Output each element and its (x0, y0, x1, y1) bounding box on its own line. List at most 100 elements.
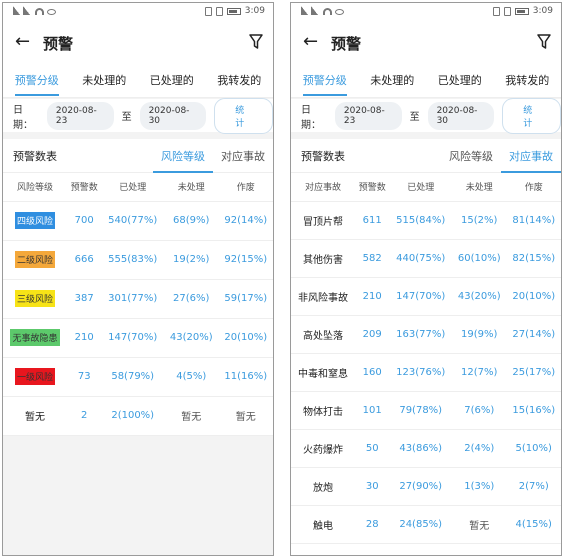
voided-cell: 11(16%) (218, 357, 273, 397)
tab-unprocessed[interactable]: 未处理的 (82, 72, 126, 96)
start-date-field[interactable]: 2020-08-23 (334, 101, 402, 130)
subtab-risk-level[interactable]: 风险等级 (153, 139, 213, 173)
risk-level-badge: 二级风险 (14, 251, 55, 268)
wifi-icon (35, 8, 44, 15)
voided-cell: 25(17%) (506, 353, 561, 392)
stats-button[interactable]: 统计 (502, 97, 561, 134)
app-bar: ← 预警 (3, 23, 273, 63)
risk-level-badge: 无事故隐患 (10, 329, 60, 346)
alarm-icon (215, 6, 223, 16)
warning-count-cell: 387 (67, 279, 102, 319)
risk-level-cell: 无事故隐患 (3, 318, 67, 358)
tab-forwarded[interactable]: 我转发的 (505, 72, 549, 96)
nfc-icon (204, 6, 212, 16)
voided-cell: 5(10%) (506, 429, 561, 468)
warning-count-cell: 20 (355, 543, 390, 555)
table-row[interactable]: 中毒和窒息 160 123(76%) 12(7%) 25(17%) (291, 353, 561, 392)
accident-type-cell: 触电 (291, 505, 355, 544)
wifi-icon (323, 8, 332, 15)
tab-processed[interactable]: 已处理的 (150, 72, 194, 96)
risk-level-cell: 二级风险 (3, 240, 67, 280)
subtab-accident-type[interactable]: 对应事故 (213, 139, 273, 173)
processed-cell: 58(79%) (101, 357, 165, 397)
risk-level-cell: 一级风险 (3, 357, 67, 397)
warning-count-cell: 582 (355, 239, 390, 278)
processed-cell: 540(77%) (101, 201, 165, 241)
voided-cell: 92(15%) (218, 240, 273, 280)
table-row[interactable]: 一级风险 73 58(79%) 4(5%) 11(16%) (3, 357, 273, 397)
table-header-row: 对应事故 预警数 已处理 未处理 作废 (291, 173, 561, 202)
column-header: 已处理 (101, 173, 165, 202)
start-date-field[interactable]: 2020-08-23 (46, 101, 114, 130)
column-header: 风险等级 (3, 173, 67, 202)
clock-time: 3:09 (244, 6, 265, 16)
table-row[interactable]: 高处坠落 209 163(77%) 19(9%) 27(14%) (291, 315, 561, 354)
tab-processed[interactable]: 已处理的 (438, 72, 482, 96)
date-label: 日期： (13, 104, 33, 131)
tab-forwarded[interactable]: 我转发的 (217, 72, 261, 96)
processed-cell: 43(86%) (389, 429, 453, 468)
warning-count-cell: 700 (67, 201, 102, 241)
to-label: 至 (121, 112, 132, 123)
stats-button[interactable]: 统计 (214, 97, 273, 134)
risk-level-badge: 暂无 (25, 412, 45, 423)
table-row[interactable]: 物体打击 101 79(78%) 7(6%) 15(16%) (291, 391, 561, 430)
warning-count-section: 预警数表 风险等级 对应事故 对应事故 预警数 已处理 未处理 作废 冒顶片帮 6… (291, 139, 561, 555)
tab-warning-level[interactable]: 预警分级 (14, 72, 59, 96)
tab-warning-level[interactable]: 预警分级 (302, 72, 347, 96)
accident-type-cell: 冒顶片帮 (291, 201, 355, 240)
section-subtabs: 风险等级 对应事故 (441, 139, 561, 173)
tab-unprocessed[interactable]: 未处理的 (370, 72, 414, 96)
eye-icon (47, 9, 56, 15)
accident-type-cell: 火药爆炸 (291, 429, 355, 468)
table-row[interactable]: 非风险事故 210 147(70%) 43(20%) 20(10%) (291, 277, 561, 316)
warning-count-cell: 666 (67, 240, 102, 280)
status-bar: 3:09 (3, 3, 273, 23)
voided-cell: 59(17%) (218, 279, 273, 319)
voided-cell: 4(15%) (506, 505, 561, 544)
table-row[interactable]: 无事故隐患 210 147(70%) 43(20%) 20(10%) (3, 318, 273, 358)
unprocessed-cell: 27(6%) (164, 279, 219, 319)
column-header: 预警数 (355, 173, 390, 202)
section-subtabs: 风险等级 对应事故 (153, 139, 273, 173)
processed-cell: 79(78%) (389, 391, 453, 430)
voided-cell: 暂无 (218, 396, 273, 436)
table-header-row: 风险等级 预警数 已处理 未处理 作废 (3, 173, 273, 202)
risk-level-cell: 暂无 (3, 396, 67, 436)
table-row[interactable]: 放炮 30 27(90%) 1(3%) 2(7%) (291, 467, 561, 506)
accident-type-cell: 中毒和窒息 (291, 353, 355, 392)
table-row[interactable]: 三级风险 387 301(77%) 27(6%) 59(17%) (3, 279, 273, 319)
warning-count-cell: 50 (355, 429, 390, 468)
voided-cell: 82(15%) (506, 239, 561, 278)
table-row[interactable]: 暂无 2 2(100%) 暂无 暂无 (3, 396, 273, 436)
unprocessed-cell: 暂无 (452, 543, 507, 555)
end-date-field[interactable]: 2020-08-30 (139, 101, 207, 130)
unprocessed-cell: 4(5%) (164, 357, 219, 397)
table-row[interactable]: 二级风险 666 555(83%) 19(2%) 92(15%) (3, 240, 273, 280)
end-date-field[interactable]: 2020-08-30 (427, 101, 495, 130)
voided-cell: 20(10%) (218, 318, 273, 358)
accident-type-cell: 机械伤害 (291, 543, 355, 555)
subtab-risk-level[interactable]: 风险等级 (441, 139, 501, 173)
subtab-accident-type[interactable]: 对应事故 (501, 139, 561, 173)
filter-icon[interactable] (537, 34, 551, 54)
back-arrow-icon[interactable]: ← (303, 31, 318, 52)
voided-cell: 15(16%) (506, 391, 561, 430)
table-row[interactable]: 火药爆炸 50 43(86%) 2(4%) 5(10%) (291, 429, 561, 468)
column-header: 对应事故 (291, 173, 355, 202)
clock-time: 3:09 (532, 6, 553, 16)
accident-type-cell: 非风险事故 (291, 277, 355, 316)
unprocessed-cell: 43(20%) (164, 318, 219, 358)
column-header: 作废 (218, 173, 273, 202)
table-row[interactable]: 其他伤害 582 440(75%) 60(10%) 82(15%) (291, 239, 561, 278)
table-row[interactable]: 机械伤害2010(50%)暂无10(50%) (291, 543, 561, 555)
battery-icon (514, 7, 529, 15)
table-row[interactable]: 触电 28 24(85%) 暂无 4(15%) (291, 505, 561, 544)
warning-count-cell: 101 (355, 391, 390, 430)
back-arrow-icon[interactable]: ← (15, 31, 30, 52)
table-row[interactable]: 冒顶片帮 611 515(84%) 15(2%) 81(14%) (291, 201, 561, 240)
filter-icon[interactable] (249, 34, 263, 54)
table-row[interactable]: 四级风险 700 540(77%) 68(9%) 92(14%) (3, 201, 273, 241)
warning-count-cell: 30 (355, 467, 390, 506)
status-icons-right: 3:09 (492, 6, 553, 16)
